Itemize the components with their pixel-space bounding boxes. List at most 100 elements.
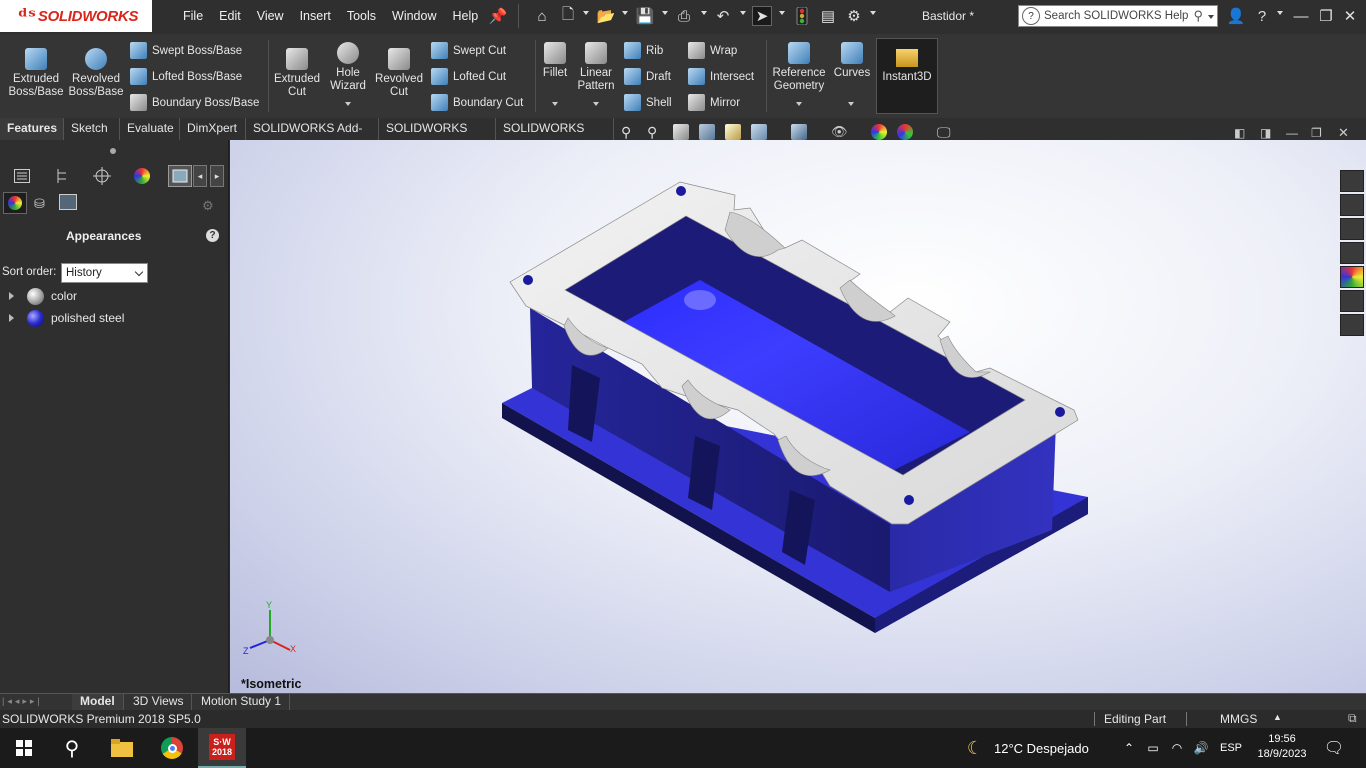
revolved-boss-button[interactable]: Revolved Boss/Base [66, 48, 126, 99]
revolved-cut-button[interactable]: Revolved Cut [372, 48, 426, 99]
help-search-box[interactable]: ? Search SOLIDWORKS Help ⚲ [1018, 5, 1218, 27]
task-pane-home-icon[interactable] [1340, 170, 1364, 192]
hole-wizard-dropdown-icon[interactable] [345, 102, 351, 106]
save-dropdown-icon[interactable] [662, 11, 668, 15]
chrome-icon[interactable] [148, 728, 196, 768]
rib-button[interactable]: Rib [624, 42, 663, 59]
tab-mbd[interactable]: SOLIDWORKS MBD [379, 118, 496, 156]
options-dropdown-icon[interactable] [870, 11, 876, 15]
part-model[interactable]: Y X Z [230, 140, 1366, 693]
new-document-icon[interactable]: 🗋 [558, 6, 578, 26]
close-icon[interactable]: ✕ [1340, 6, 1360, 26]
weather-text[interactable]: 12°C Despejado [994, 728, 1089, 768]
curves-button[interactable]: Curves [832, 42, 872, 80]
sort-order-select[interactable]: History [61, 263, 148, 283]
search-icon[interactable]: ⚲ [1193, 8, 1203, 24]
boundary-boss-button[interactable]: Boundary Boss/Base [130, 94, 259, 111]
user-account-icon[interactable]: 👤 [1226, 6, 1246, 26]
wifi-icon[interactable]: ◠ [1168, 728, 1186, 768]
task-pane-forum-icon[interactable] [1340, 314, 1364, 336]
mirror-button[interactable]: Mirror [688, 94, 740, 111]
restore-icon[interactable]: ❐ [1316, 6, 1336, 26]
instant3d-button[interactable]: Instant3D [876, 38, 938, 114]
tab-evaluate[interactable]: Evaluate [120, 118, 180, 140]
reference-geometry-button[interactable]: Reference Geometry [770, 42, 828, 93]
menu-tools[interactable]: Tools [339, 7, 384, 25]
swept-boss-button[interactable]: Swept Boss/Base [130, 42, 242, 59]
fillet-dropdown-icon[interactable] [552, 102, 558, 106]
undo-dropdown-icon[interactable] [740, 11, 746, 15]
scenes-view-icon[interactable] [59, 194, 77, 210]
panel-settings-icon[interactable]: ⚙ [202, 198, 214, 214]
menu-view[interactable]: View [249, 7, 292, 25]
windows-start-icon[interactable] [0, 728, 48, 768]
file-properties-icon[interactable]: ▤ [818, 6, 838, 26]
solidworks-logo[interactable]: ᵈˢ SOLIDWORKS [0, 0, 152, 32]
shell-button[interactable]: Shell [624, 94, 672, 111]
panel-grip-icon[interactable] [110, 148, 116, 154]
task-pane-design-library-icon[interactable] [1340, 218, 1364, 240]
expand-arrow-icon[interactable] [9, 292, 14, 300]
tab-dimxpert[interactable]: DimXpert [180, 118, 246, 140]
edit-appearance-icon[interactable] [871, 124, 887, 140]
swept-cut-button[interactable]: Swept Cut [431, 42, 506, 59]
curves-dropdown-icon[interactable] [848, 102, 854, 106]
menu-help[interactable]: Help [445, 7, 487, 25]
expand-arrow-icon[interactable] [9, 314, 14, 322]
reference-geometry-dropdown-icon[interactable] [796, 102, 802, 106]
help-icon[interactable]: ? [1252, 6, 1272, 26]
tab-sketch[interactable]: Sketch [64, 118, 120, 140]
view-settings-icon[interactable]: 🖵 [937, 124, 953, 140]
tab-scroll-right-icon[interactable]: ▸ [210, 165, 224, 187]
pin-icon[interactable]: 📌 [488, 6, 508, 26]
lofted-boss-button[interactable]: Lofted Boss/Base [130, 68, 242, 85]
graphics-area[interactable]: Y X Z *Isometric [230, 140, 1366, 693]
minimize-icon[interactable]: — [1291, 6, 1311, 26]
task-pane-file-explorer-icon[interactable] [1340, 242, 1364, 264]
task-pane-custom-properties-icon[interactable] [1340, 290, 1364, 312]
fillet-button[interactable]: Fillet [538, 42, 572, 80]
units-dropdown-icon[interactable]: ▲ [1273, 712, 1282, 722]
show-hidden-icons-chevron-icon[interactable]: ⌃ [1120, 728, 1138, 768]
file-explorer-icon[interactable] [98, 728, 146, 768]
tab-motion-study[interactable]: Motion Study 1 [193, 694, 291, 710]
options-gear-icon[interactable]: ⚙ [844, 6, 864, 26]
new-dropdown-icon[interactable] [583, 11, 589, 15]
notifications-icon[interactable]: 🗨 [1318, 728, 1350, 768]
menu-edit[interactable]: Edit [211, 7, 249, 25]
undo-icon[interactable]: ↶ [713, 6, 733, 26]
tab-addins[interactable]: SOLIDWORKS Add-Ins [246, 118, 379, 156]
configuration-manager-tab-icon[interactable] [90, 165, 114, 187]
taskbar-clock[interactable]: 19:56 18/9/2023 [1254, 732, 1310, 762]
zoom-to-area-icon[interactable]: ⚲ [647, 124, 663, 140]
display-manager-tab-icon[interactable] [168, 165, 192, 187]
task-pane-appearances-icon[interactable] [1340, 266, 1364, 288]
solidworks-taskbar-icon[interactable]: S·W 2018 [198, 728, 246, 768]
extruded-boss-button[interactable]: Extruded Boss/Base [4, 48, 68, 99]
menu-file[interactable]: File [175, 7, 211, 25]
tab-model[interactable]: Model [72, 694, 124, 710]
draft-button[interactable]: Draft [624, 68, 671, 85]
zoom-to-fit-icon[interactable]: ⚲ [621, 124, 637, 140]
help-dropdown-icon[interactable] [1277, 11, 1283, 15]
hide-show-items-icon[interactable]: 👁 [831, 124, 848, 140]
tab-3d-views[interactable]: 3D Views [125, 694, 193, 710]
lofted-cut-button[interactable]: Lofted Cut [431, 68, 506, 85]
display-style-icon[interactable] [791, 124, 807, 140]
tree-item-color[interactable]: color [0, 286, 77, 306]
taskbar-search-icon[interactable]: ⚲ [48, 728, 96, 768]
boundary-cut-button[interactable]: Boundary Cut [431, 94, 523, 111]
property-manager-tab-icon[interactable] [50, 165, 74, 187]
apply-scene-icon[interactable] [897, 124, 913, 140]
dynamic-annotation-icon[interactable] [725, 124, 741, 140]
linear-pattern-dropdown-icon[interactable] [593, 102, 599, 106]
tab-cam[interactable]: SOLIDWORKS CAM [496, 118, 614, 156]
decals-view-icon[interactable]: ⛁ [34, 196, 45, 212]
panel-help-icon[interactable]: ? [206, 229, 219, 242]
select-dropdown-icon[interactable] [779, 11, 785, 15]
linear-pattern-button[interactable]: Linear Pattern [574, 42, 618, 93]
home-icon[interactable]: ⌂ [532, 6, 552, 26]
dimxpert-manager-tab-icon[interactable] [130, 165, 154, 187]
hole-wizard-button[interactable]: Hole Wizard [324, 42, 372, 93]
tab-navigation-arrows-icon[interactable]: |◂◂▸▸| [2, 696, 66, 708]
